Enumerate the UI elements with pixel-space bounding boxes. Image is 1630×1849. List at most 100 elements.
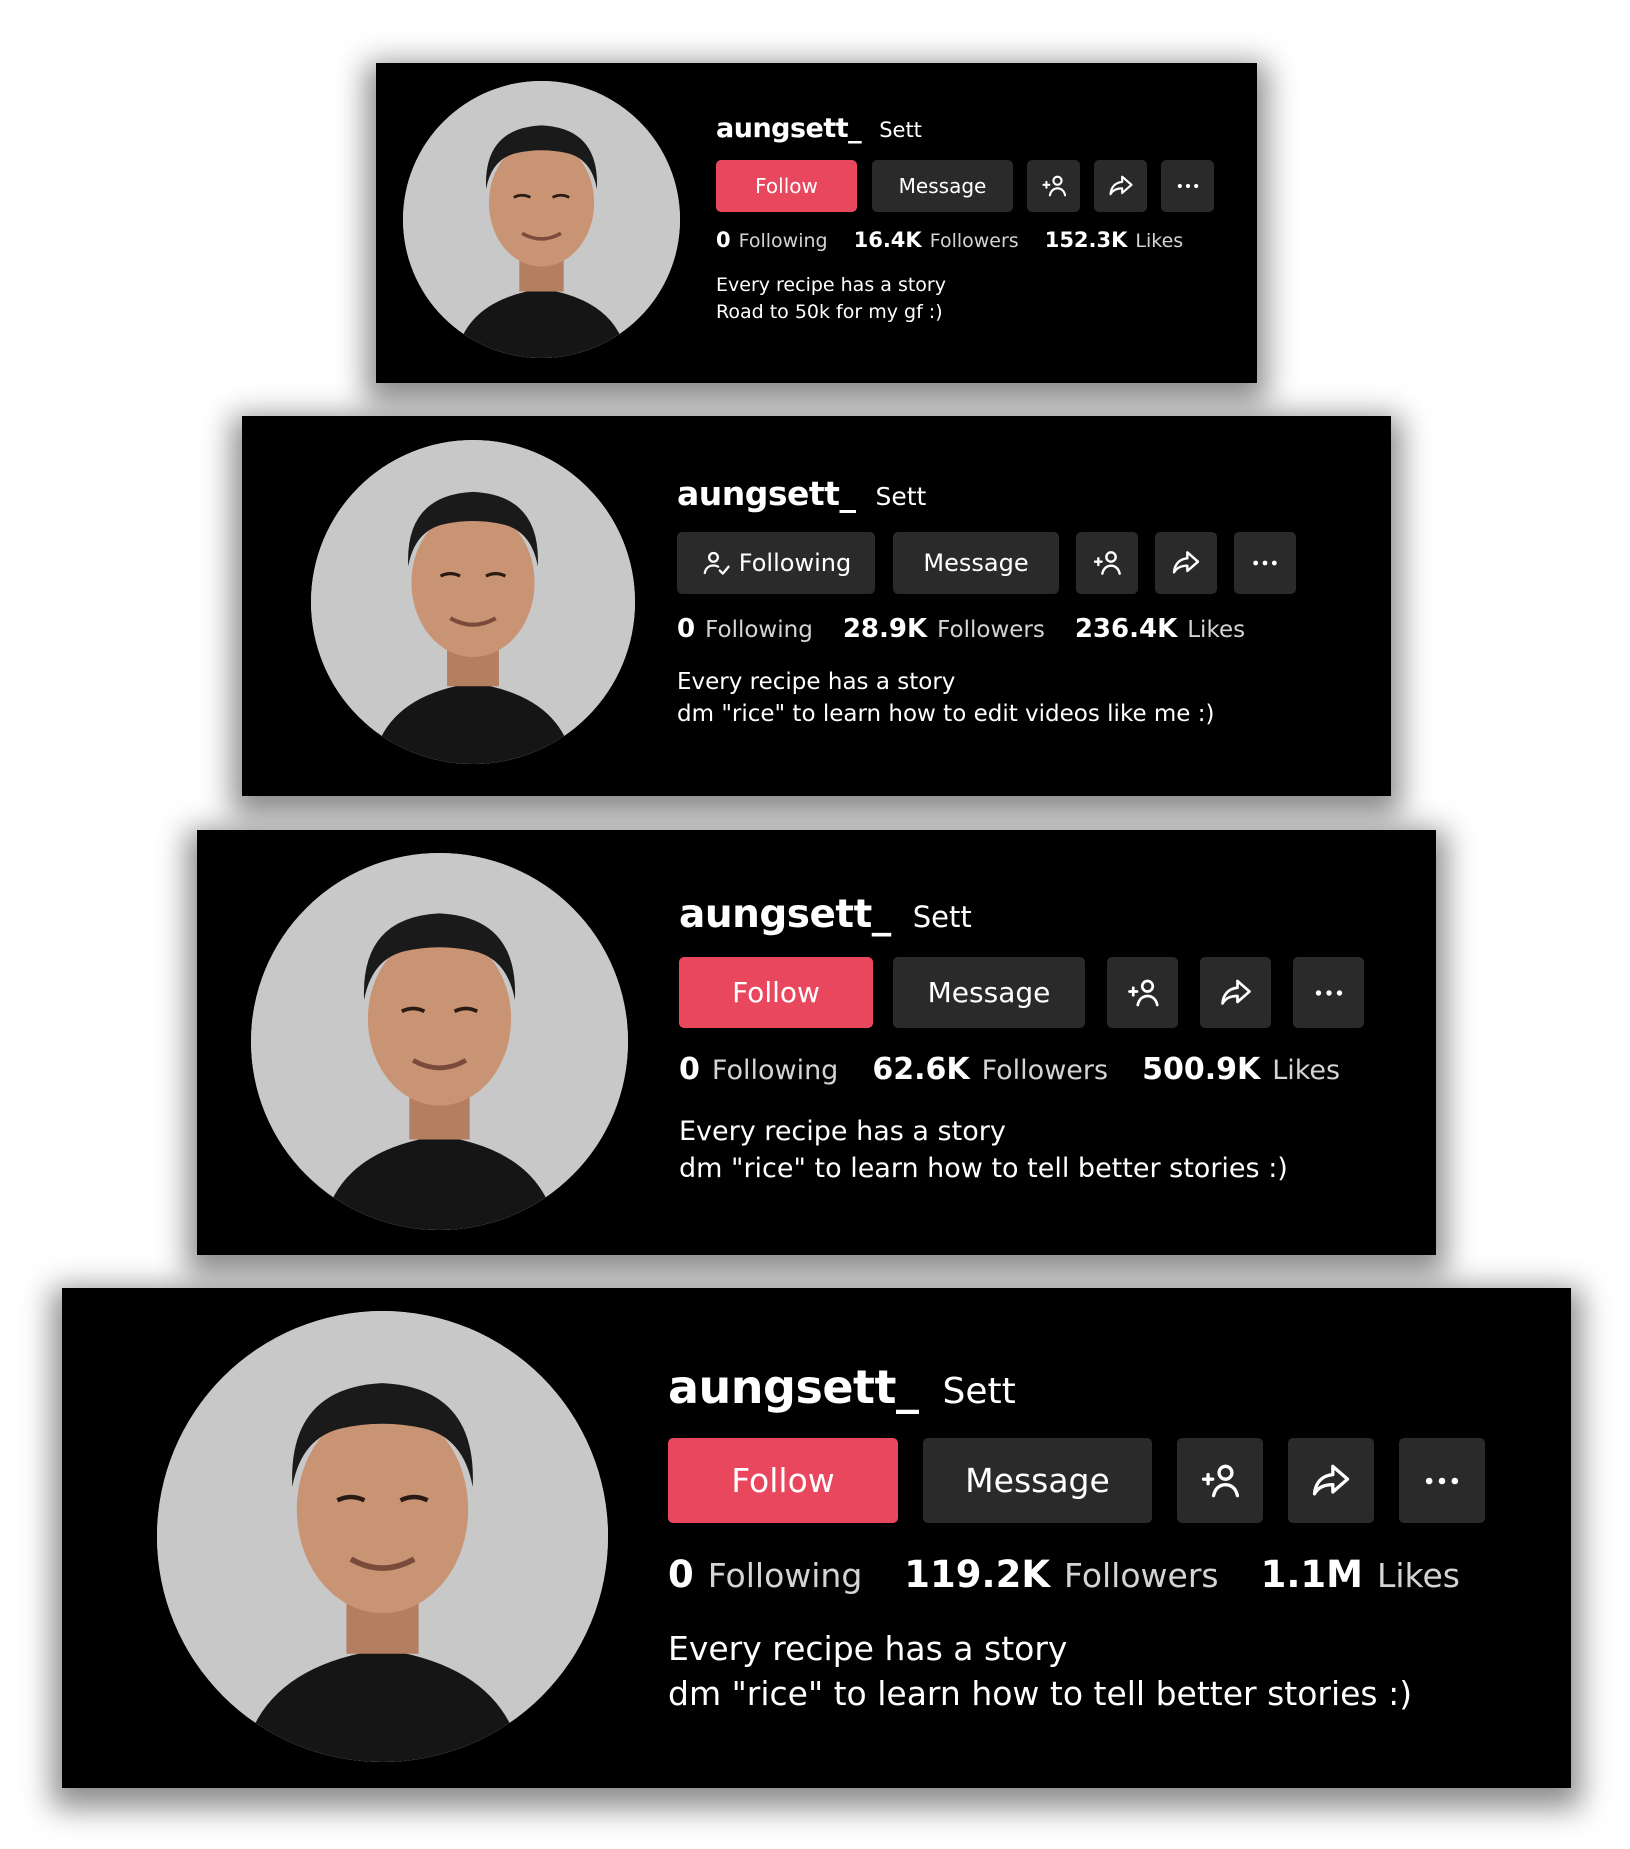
add-friend-button[interactable] — [1076, 532, 1138, 594]
add-friend-icon — [1127, 979, 1159, 1006]
following-button[interactable]: Following — [677, 532, 875, 594]
following-count: 0 — [716, 228, 731, 252]
following-label[interactable]: Following — [708, 1556, 863, 1595]
likes-label: Likes — [1187, 617, 1246, 643]
profile-card-3: aungsett_ Sett Follow Message 0 Followin… — [197, 830, 1436, 1255]
bio-line-1: Every recipe has a story — [677, 669, 956, 695]
message-button[interactable]: Message — [872, 160, 1013, 212]
add-friend-icon — [1093, 551, 1121, 575]
message-button-label: Message — [965, 1461, 1110, 1500]
username: aungsett_ — [677, 474, 856, 513]
follow-button[interactable]: Follow — [716, 160, 857, 212]
followers-label[interactable]: Followers — [930, 230, 1019, 252]
avatar-photo — [157, 1311, 608, 1762]
followers-label[interactable]: Followers — [937, 617, 1045, 643]
more-icon — [1253, 560, 1277, 566]
avatar[interactable] — [251, 853, 628, 1230]
share-icon — [1108, 175, 1133, 196]
more-button[interactable] — [1293, 957, 1364, 1028]
following-label[interactable]: Following — [739, 230, 828, 252]
name-row: aungsett_ Sett — [716, 113, 1214, 144]
share-button[interactable] — [1155, 532, 1217, 594]
profile-info: aungsett_ Sett Following Message 0 Follo — [677, 474, 1296, 730]
stats-row: 0 Following 62.6K Followers 500.9K Likes — [679, 1052, 1364, 1087]
following-count: 0 — [679, 1052, 700, 1087]
following-button-label: Following — [738, 549, 852, 577]
more-button[interactable] — [1161, 160, 1214, 212]
bio-line-1: Every recipe has a story — [679, 1116, 1006, 1147]
avatar[interactable] — [157, 1311, 608, 1762]
nickname: Sett — [942, 1371, 1016, 1412]
followers-count: 28.9K — [842, 614, 928, 644]
following-label[interactable]: Following — [712, 1055, 838, 1086]
share-button[interactable] — [1288, 1438, 1374, 1523]
name-row: aungsett_ Sett — [668, 1360, 1485, 1414]
follow-button-label: Follow — [731, 1461, 835, 1500]
action-buttons: Following Message — [677, 532, 1296, 594]
more-button[interactable] — [1234, 532, 1296, 594]
bio-line-2: dm "rice" to learn how to edit videos li… — [677, 701, 1215, 727]
bio-line-2: dm "rice" to learn how to tell better st… — [679, 1153, 1288, 1184]
profile-card-4: aungsett_ Sett Follow Message 0 Followin… — [62, 1288, 1571, 1788]
user-check-icon — [703, 551, 730, 575]
more-icon — [1315, 989, 1342, 996]
message-button-label: Message — [923, 549, 1029, 577]
followers-count: 62.6K — [872, 1052, 970, 1087]
followers-count: 119.2K — [904, 1553, 1051, 1596]
avatar[interactable] — [311, 440, 635, 764]
follow-button[interactable]: Follow — [679, 957, 873, 1028]
profile-info: aungsett_ Sett Follow Message 0 Followin… — [668, 1360, 1485, 1716]
bio: Every recipe has a story dm "rice" to le… — [679, 1113, 1364, 1187]
followers-label[interactable]: Followers — [1064, 1556, 1219, 1595]
likes-label: Likes — [1135, 230, 1184, 252]
likes-count: 236.4K — [1074, 614, 1178, 644]
profile-card-1: aungsett_ Sett Follow Message 0 Followin… — [376, 63, 1257, 383]
followers-label[interactable]: Followers — [982, 1055, 1108, 1086]
username: aungsett_ — [679, 892, 891, 937]
bio-line-1: Every recipe has a story — [668, 1629, 1068, 1668]
likes-count: 152.3K — [1044, 228, 1128, 252]
nickname: Sett — [912, 900, 972, 934]
username: aungsett_ — [716, 113, 862, 144]
bio-line-2: Road to 50k for my gf :) — [716, 301, 943, 323]
bio: Every recipe has a story dm "rice" to le… — [677, 666, 1296, 730]
share-icon — [1220, 979, 1251, 1005]
likes-count: 500.9K — [1142, 1052, 1261, 1087]
stats-row: 0 Following 28.9K Followers 236.4K Likes — [677, 614, 1296, 644]
follow-button-label: Follow — [755, 174, 818, 198]
add-friend-button[interactable] — [1027, 160, 1080, 212]
followers-count: 16.4K — [853, 228, 922, 252]
avatar-photo — [251, 853, 628, 1230]
add-friend-button[interactable] — [1107, 957, 1178, 1028]
bio: Every recipe has a story Road to 50k for… — [716, 272, 1214, 326]
following-count: 0 — [677, 614, 696, 644]
following-label[interactable]: Following — [705, 617, 813, 643]
bio: Every recipe has a story dm "rice" to le… — [668, 1626, 1485, 1716]
bio-line-2: dm "rice" to learn how to tell better st… — [668, 1674, 1413, 1713]
stats-row: 0 Following 16.4K Followers 152.3K Likes — [716, 228, 1214, 252]
share-button[interactable] — [1200, 957, 1271, 1028]
message-button[interactable]: Message — [923, 1438, 1152, 1523]
avatar-photo — [403, 81, 680, 358]
message-button[interactable]: Message — [893, 957, 1085, 1028]
add-friend-button[interactable] — [1177, 1438, 1263, 1523]
message-button-label: Message — [898, 174, 987, 198]
share-button[interactable] — [1094, 160, 1147, 212]
stats-row: 0 Following 119.2K Followers 1.1M Likes — [668, 1553, 1485, 1596]
message-button[interactable]: Message — [893, 532, 1059, 594]
profile-info: aungsett_ Sett Follow Message 0 Followin… — [716, 113, 1214, 326]
profile-info: aungsett_ Sett Follow Message 0 Followin… — [679, 892, 1364, 1187]
name-row: aungsett_ Sett — [679, 892, 1364, 937]
share-icon — [1312, 1464, 1350, 1495]
action-buttons: Follow Message — [679, 957, 1364, 1028]
likes-label: Likes — [1376, 1556, 1460, 1595]
share-icon — [1172, 551, 1200, 574]
action-buttons: Follow Message — [716, 160, 1214, 212]
nickname: Sett — [875, 482, 927, 511]
bio-line-1: Every recipe has a story — [716, 274, 946, 296]
more-button[interactable] — [1399, 1438, 1485, 1523]
add-friend-icon — [1041, 175, 1066, 197]
follow-button[interactable]: Follow — [668, 1438, 898, 1523]
avatar[interactable] — [403, 81, 680, 358]
follow-button-label: Follow — [732, 976, 820, 1009]
